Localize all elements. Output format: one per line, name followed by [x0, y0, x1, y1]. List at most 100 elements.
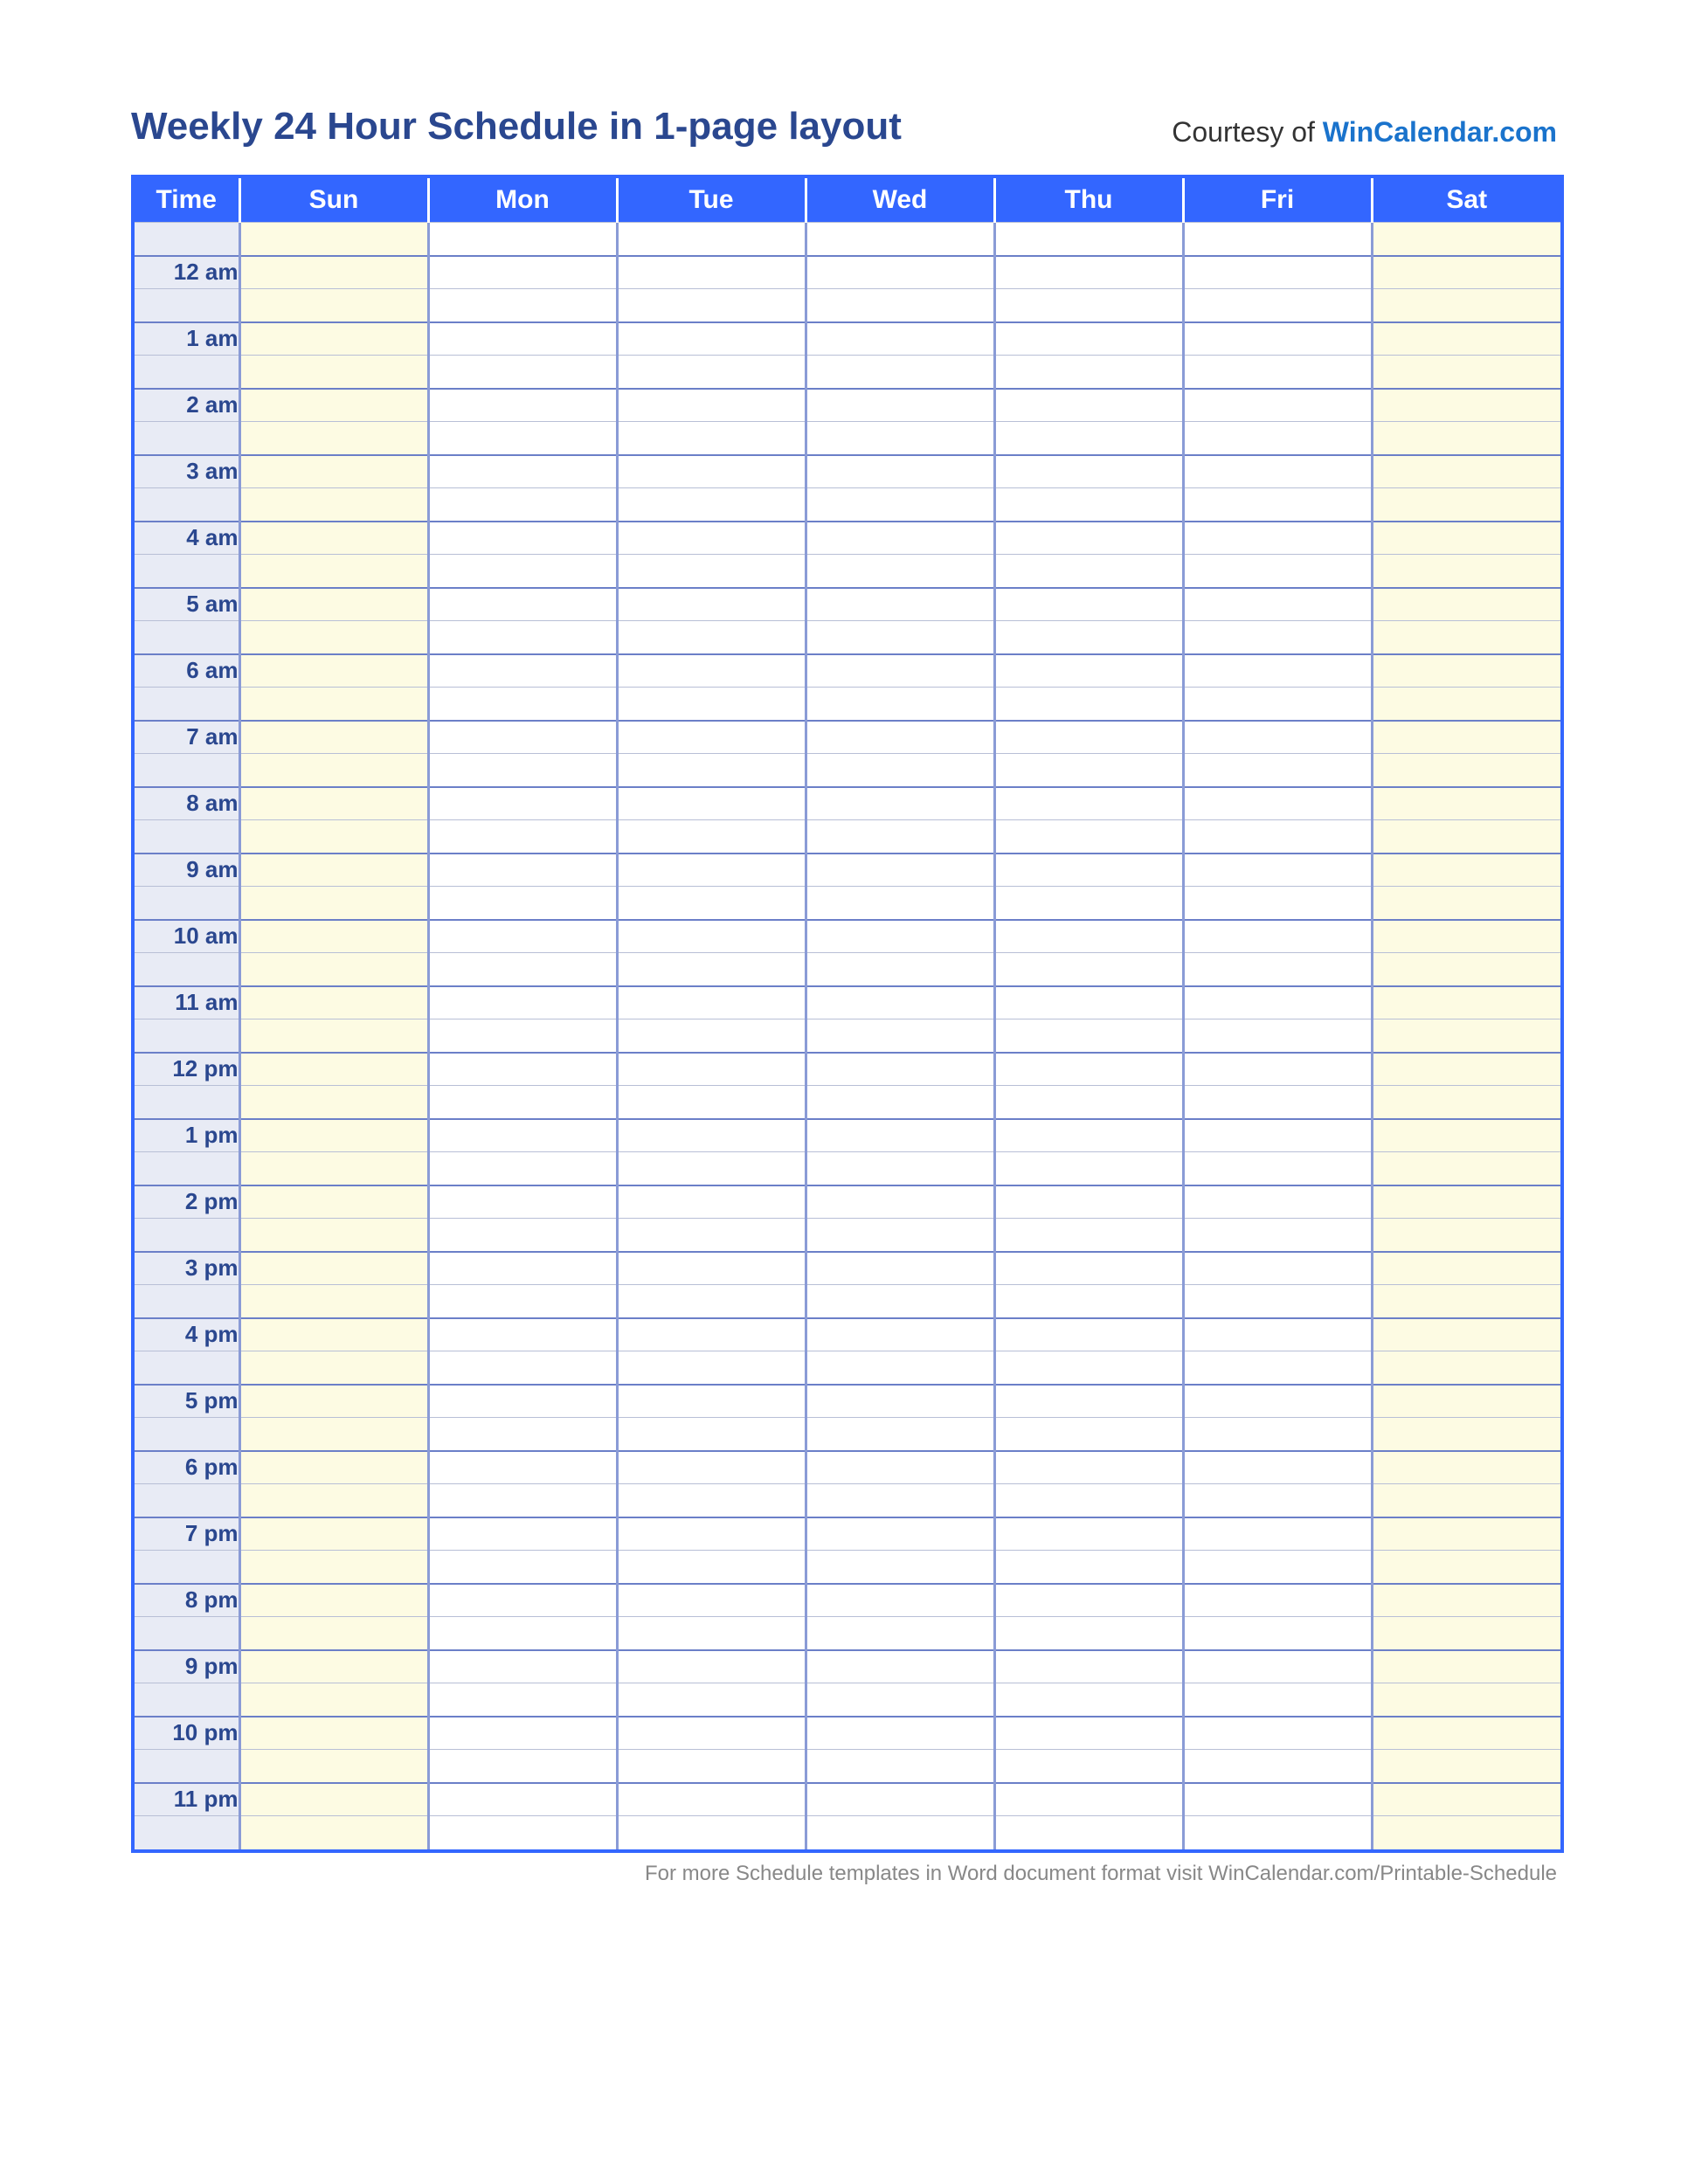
schedule-cell[interactable]	[1372, 256, 1560, 289]
schedule-cell[interactable]	[994, 621, 1183, 654]
schedule-cell[interactable]	[239, 223, 428, 256]
schedule-cell[interactable]	[617, 688, 806, 721]
schedule-cell[interactable]	[428, 422, 617, 455]
schedule-cell[interactable]	[1372, 1783, 1560, 1816]
schedule-cell[interactable]	[239, 854, 428, 887]
schedule-cell[interactable]	[617, 986, 806, 1019]
schedule-cell[interactable]	[806, 1351, 994, 1385]
schedule-cell[interactable]	[428, 289, 617, 322]
schedule-cell[interactable]	[1183, 1285, 1372, 1318]
schedule-cell[interactable]	[617, 1152, 806, 1185]
schedule-cell[interactable]	[1183, 820, 1372, 854]
schedule-cell[interactable]	[1183, 256, 1372, 289]
schedule-cell[interactable]	[239, 1584, 428, 1617]
schedule-cell[interactable]	[1372, 1717, 1560, 1750]
schedule-cell[interactable]	[617, 1418, 806, 1451]
schedule-cell[interactable]	[1183, 1152, 1372, 1185]
schedule-cell[interactable]	[617, 522, 806, 555]
schedule-cell[interactable]	[428, 1385, 617, 1418]
schedule-cell[interactable]	[1372, 1086, 1560, 1119]
schedule-cell[interactable]	[1372, 1551, 1560, 1584]
schedule-cell[interactable]	[239, 256, 428, 289]
schedule-cell[interactable]	[239, 1683, 428, 1717]
schedule-cell[interactable]	[428, 389, 617, 422]
schedule-cell[interactable]	[617, 1650, 806, 1683]
schedule-cell[interactable]	[994, 1019, 1183, 1053]
schedule-cell[interactable]	[428, 1086, 617, 1119]
schedule-cell[interactable]	[994, 522, 1183, 555]
schedule-cell[interactable]	[428, 1551, 617, 1584]
schedule-cell[interactable]	[617, 820, 806, 854]
schedule-cell[interactable]	[994, 1517, 1183, 1551]
schedule-cell[interactable]	[617, 1318, 806, 1351]
schedule-cell[interactable]	[1183, 455, 1372, 488]
schedule-cell[interactable]	[428, 256, 617, 289]
schedule-cell[interactable]	[1372, 920, 1560, 953]
schedule-cell[interactable]	[994, 1816, 1183, 1849]
schedule-cell[interactable]	[1372, 223, 1560, 256]
schedule-cell[interactable]	[1183, 688, 1372, 721]
schedule-cell[interactable]	[239, 1418, 428, 1451]
schedule-cell[interactable]	[806, 953, 994, 986]
schedule-cell[interactable]	[994, 455, 1183, 488]
schedule-cell[interactable]	[239, 1318, 428, 1351]
schedule-cell[interactable]	[806, 1617, 994, 1650]
schedule-cell[interactable]	[1372, 1385, 1560, 1418]
schedule-cell[interactable]	[428, 356, 617, 389]
schedule-cell[interactable]	[1372, 1252, 1560, 1285]
schedule-cell[interactable]	[1183, 721, 1372, 754]
schedule-cell[interactable]	[428, 854, 617, 887]
schedule-cell[interactable]	[617, 223, 806, 256]
schedule-cell[interactable]	[994, 356, 1183, 389]
schedule-cell[interactable]	[1183, 1318, 1372, 1351]
schedule-cell[interactable]	[428, 223, 617, 256]
schedule-cell[interactable]	[239, 1152, 428, 1185]
schedule-cell[interactable]	[1183, 1551, 1372, 1584]
schedule-cell[interactable]	[806, 256, 994, 289]
schedule-cell[interactable]	[428, 1351, 617, 1385]
schedule-cell[interactable]	[1183, 754, 1372, 787]
schedule-cell[interactable]	[1372, 356, 1560, 389]
schedule-cell[interactable]	[239, 1750, 428, 1783]
schedule-cell[interactable]	[1183, 522, 1372, 555]
schedule-cell[interactable]	[239, 621, 428, 654]
schedule-cell[interactable]	[617, 1683, 806, 1717]
schedule-cell[interactable]	[617, 1385, 806, 1418]
schedule-cell[interactable]	[617, 1484, 806, 1517]
schedule-cell[interactable]	[994, 1053, 1183, 1086]
schedule-cell[interactable]	[994, 1285, 1183, 1318]
schedule-cell[interactable]	[994, 1551, 1183, 1584]
schedule-cell[interactable]	[617, 1185, 806, 1219]
schedule-cell[interactable]	[617, 488, 806, 522]
schedule-cell[interactable]	[1183, 422, 1372, 455]
schedule-cell[interactable]	[617, 654, 806, 688]
schedule-cell[interactable]	[239, 289, 428, 322]
schedule-cell[interactable]	[428, 721, 617, 754]
schedule-cell[interactable]	[428, 1053, 617, 1086]
schedule-cell[interactable]	[1372, 1053, 1560, 1086]
schedule-cell[interactable]	[1372, 820, 1560, 854]
schedule-cell[interactable]	[994, 1219, 1183, 1252]
schedule-cell[interactable]	[994, 1584, 1183, 1617]
schedule-cell[interactable]	[806, 389, 994, 422]
schedule-cell[interactable]	[617, 621, 806, 654]
schedule-cell[interactable]	[239, 455, 428, 488]
schedule-cell[interactable]	[806, 223, 994, 256]
schedule-cell[interactable]	[1372, 1318, 1560, 1351]
schedule-cell[interactable]	[1372, 1816, 1560, 1849]
schedule-cell[interactable]	[428, 1783, 617, 1816]
schedule-cell[interactable]	[239, 1019, 428, 1053]
schedule-cell[interactable]	[806, 1683, 994, 1717]
schedule-cell[interactable]	[806, 754, 994, 787]
schedule-cell[interactable]	[806, 289, 994, 322]
courtesy-link[interactable]: WinCalendar.com	[1323, 116, 1557, 148]
schedule-cell[interactable]	[806, 455, 994, 488]
schedule-cell[interactable]	[994, 920, 1183, 953]
schedule-cell[interactable]	[239, 986, 428, 1019]
schedule-cell[interactable]	[806, 621, 994, 654]
schedule-cell[interactable]	[1372, 522, 1560, 555]
schedule-cell[interactable]	[617, 1019, 806, 1053]
schedule-cell[interactable]	[1183, 1783, 1372, 1816]
schedule-cell[interactable]	[428, 986, 617, 1019]
schedule-cell[interactable]	[239, 1285, 428, 1318]
